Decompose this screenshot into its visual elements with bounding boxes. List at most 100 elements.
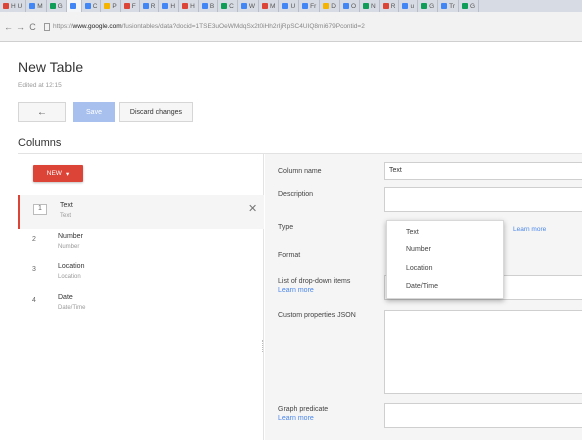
browser-tab[interactable]: M [26, 0, 47, 12]
favicon-icon [29, 3, 36, 9]
type-label: Type [278, 224, 294, 231]
browser-tab-label: F [131, 2, 136, 10]
browser-tab-strip: H U M G C P F R H H B C W M U Fr D O N Ru G Tr G [0, 0, 582, 12]
type-learn-more-link[interactable]: Learn more [513, 226, 546, 233]
browser-tab[interactable]: N [360, 0, 380, 12]
favicon-icon [49, 3, 56, 9]
address-bar[interactable]: https://www.google.com/fusiontables/data… [42, 19, 578, 35]
browser-tab[interactable]: R [140, 0, 160, 12]
browser-tab[interactable] [66, 0, 82, 12]
custom-properties-input[interactable] [384, 310, 582, 394]
favicon-icon [421, 3, 428, 9]
browser-tab-label: M [270, 2, 276, 10]
graph-predicate-input[interactable] [384, 403, 582, 428]
column-name-label: Column name [278, 168, 322, 175]
browser-tab-label: G [429, 2, 435, 10]
column-item-number[interactable]: 2 Number Number [18, 226, 264, 260]
browser-tab[interactable]: C [218, 0, 238, 12]
description-input[interactable] [384, 187, 582, 212]
panel-splitter[interactable] [262, 340, 264, 352]
favicon-icon [84, 3, 91, 9]
browser-tab[interactable]: U [279, 0, 300, 12]
browser-tab[interactable]: Tr [438, 0, 460, 12]
custom-properties-label: Custom properties JSON [278, 312, 356, 319]
new-button-label: NEW [46, 170, 62, 177]
columns-heading: Columns [18, 137, 62, 149]
column-type: Text [60, 213, 72, 219]
browser-tab-label: R [390, 2, 396, 10]
favicon-icon [123, 3, 130, 9]
browser-tab[interactable]: B [199, 0, 219, 12]
favicon-icon [3, 3, 9, 9]
browser-tab-label: M [37, 2, 43, 10]
favicon-icon [69, 3, 76, 9]
back-arrow-icon[interactable]: ← [3, 21, 14, 32]
column-name-input[interactable]: Text [384, 162, 582, 180]
graph-predicate-learn-more-link[interactable]: Learn more [278, 414, 328, 423]
browser-tab[interactable]: O [340, 0, 361, 12]
save-button[interactable]: Save [73, 102, 115, 122]
browser-tab[interactable]: H U [0, 0, 27, 12]
browser-tab[interactable]: G [47, 0, 67, 12]
browser-tab[interactable]: D [320, 0, 340, 12]
browser-tab[interactable]: R [380, 0, 400, 12]
forward-arrow-icon[interactable]: → [15, 21, 26, 32]
favicon-icon [262, 3, 269, 9]
favicon-icon [282, 3, 289, 9]
column-type: Date/Time [58, 305, 86, 311]
browser-tab-label: G [57, 2, 63, 10]
column-type: Location [58, 274, 81, 280]
type-option-location[interactable]: Location [406, 265, 432, 272]
column-item-location[interactable]: 3 Location Location [18, 256, 264, 290]
browser-tab[interactable]: H [179, 0, 199, 12]
column-type: Number [58, 244, 80, 250]
favicon-icon [402, 3, 409, 9]
browser-tab[interactable]: F [121, 0, 140, 12]
browser-tab-label: P [112, 2, 117, 10]
browser-tab[interactable]: H [159, 0, 180, 12]
browser-tab-label: G [470, 2, 476, 10]
browser-tab[interactable]: G [418, 0, 439, 12]
dropdown-items-label-text: List of drop-down items [278, 278, 351, 285]
column-name: Location [58, 263, 85, 270]
browser-tab-label: U [290, 2, 296, 10]
browser-tab-label: B [209, 2, 215, 10]
chevron-down-icon: ▾ [65, 170, 70, 178]
reload-icon[interactable]: C [27, 21, 38, 32]
graph-predicate-label-text: Graph predicate [278, 406, 329, 413]
browser-tab-label: O [350, 2, 357, 10]
browser-tab[interactable]: u [399, 0, 419, 12]
type-option-text[interactable]: Text [406, 229, 419, 236]
browser-tab-label: u [410, 2, 415, 10]
browser-tab-label: R [150, 2, 156, 10]
browser-tab[interactable]: W [238, 0, 260, 12]
browser-tab-label: C [229, 2, 234, 10]
type-option-number[interactable]: Number [406, 246, 431, 253]
dropdown-items-learn-more-link[interactable]: Learn more [278, 286, 350, 295]
url-text: https://www.google.com/fusiontables/data… [53, 23, 365, 30]
column-number: 4 [32, 297, 36, 304]
column-number[interactable]: 1 [33, 204, 47, 215]
graph-predicate-label: Graph predicate Learn more [278, 405, 328, 423]
favicon-icon [441, 3, 448, 9]
column-item-date[interactable]: 4 Date Date/Time [18, 287, 264, 321]
browser-tab[interactable]: C [82, 0, 102, 12]
browser-tab-label: H U [11, 2, 23, 10]
type-option-date-time[interactable]: Date/Time [406, 283, 438, 290]
browser-tab[interactable]: P [101, 0, 121, 12]
close-icon[interactable]: ✕ [248, 202, 257, 215]
browser-tab-label: H [190, 2, 195, 10]
description-label: Description [278, 191, 314, 198]
new-column-button[interactable]: NEW ▾ [33, 165, 83, 182]
browser-tab[interactable]: G [459, 0, 480, 12]
favicon-icon [182, 3, 189, 9]
column-item-text[interactable]: 1 Text Text ✕ [18, 195, 264, 229]
back-button[interactable]: ← [18, 102, 66, 122]
column-number: 2 [32, 236, 36, 243]
favicon-icon [302, 3, 309, 9]
browser-tab[interactable]: M [259, 0, 280, 12]
favicon-icon [162, 3, 169, 9]
browser-tab[interactable]: Fr [299, 0, 321, 12]
discard-changes-button[interactable]: Discard changes [119, 102, 193, 122]
browser-toolbar: ← → C https://www.google.com/fusiontable… [0, 12, 582, 42]
